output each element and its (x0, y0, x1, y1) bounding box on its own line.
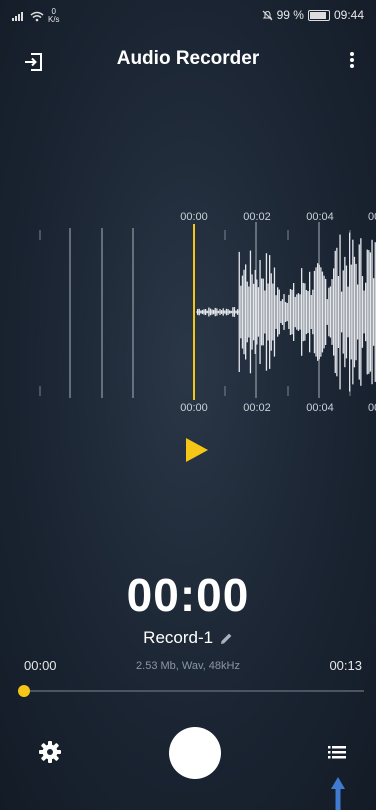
gear-icon[interactable] (38, 740, 62, 764)
elapsed-timer: 00:00 (126, 569, 250, 621)
record-meta: 2.53 Mb, Wav, 48kHz (136, 660, 240, 672)
time-marks-top: 00:00 00:02 00:04 00 (180, 211, 376, 223)
time-marks-bottom: 00:00 00:02 00:04 00 (180, 402, 376, 414)
battery-fill (309, 11, 326, 19)
time-mark-0: 00:00 (180, 211, 208, 223)
battery-icon (307, 9, 330, 21)
record-name-row[interactable]: Record-1 (0, 628, 376, 648)
wifi-icon (30, 11, 44, 21)
status-left: 0 K/s (12, 8, 60, 24)
time-mark-bottom-1: 00:02 (243, 402, 271, 414)
signal-icon (12, 12, 23, 21)
play-icon[interactable] (182, 436, 210, 464)
time-mark-bottom-2: 00:04 (306, 402, 334, 414)
seek-bar[interactable] (24, 690, 364, 692)
clock: 09:44 (333, 8, 364, 22)
app-bar: Audio Recorder (0, 40, 376, 80)
time-mark-bottom-0: 00:00 (180, 402, 208, 414)
status-bar: 0 K/s 99 % 09:44 (0, 0, 376, 30)
time-mark-3: 00 (368, 211, 376, 223)
list-icon[interactable] (326, 742, 348, 762)
time-end: 00:13 (329, 658, 362, 673)
battery-percent: 99 % (276, 8, 304, 22)
network-speed-unit: K/s (48, 15, 60, 24)
time-mark-bottom-3: 00 (368, 402, 376, 414)
waveform-view[interactable]: 00:00 00:02 00:04 00 00:00 00:02 00:04 0… (0, 200, 376, 430)
arrow-up-icon (331, 777, 345, 810)
record-button[interactable] (169, 727, 221, 779)
record-name[interactable]: Record-1 (143, 628, 213, 647)
page-title: Audio Recorder (116, 48, 260, 69)
mute-icon (262, 10, 273, 20)
status-right: 99 % 09:44 (262, 8, 364, 22)
more-vertical-icon[interactable] (342, 48, 362, 72)
time-mark-2: 00:04 (306, 211, 334, 223)
pencil-icon[interactable] (220, 632, 233, 645)
network-speed: 0 K/s (48, 8, 60, 24)
time-mark-1: 00:02 (243, 211, 271, 223)
audio-waveform (196, 232, 376, 392)
seek-thumb[interactable] (18, 685, 30, 697)
